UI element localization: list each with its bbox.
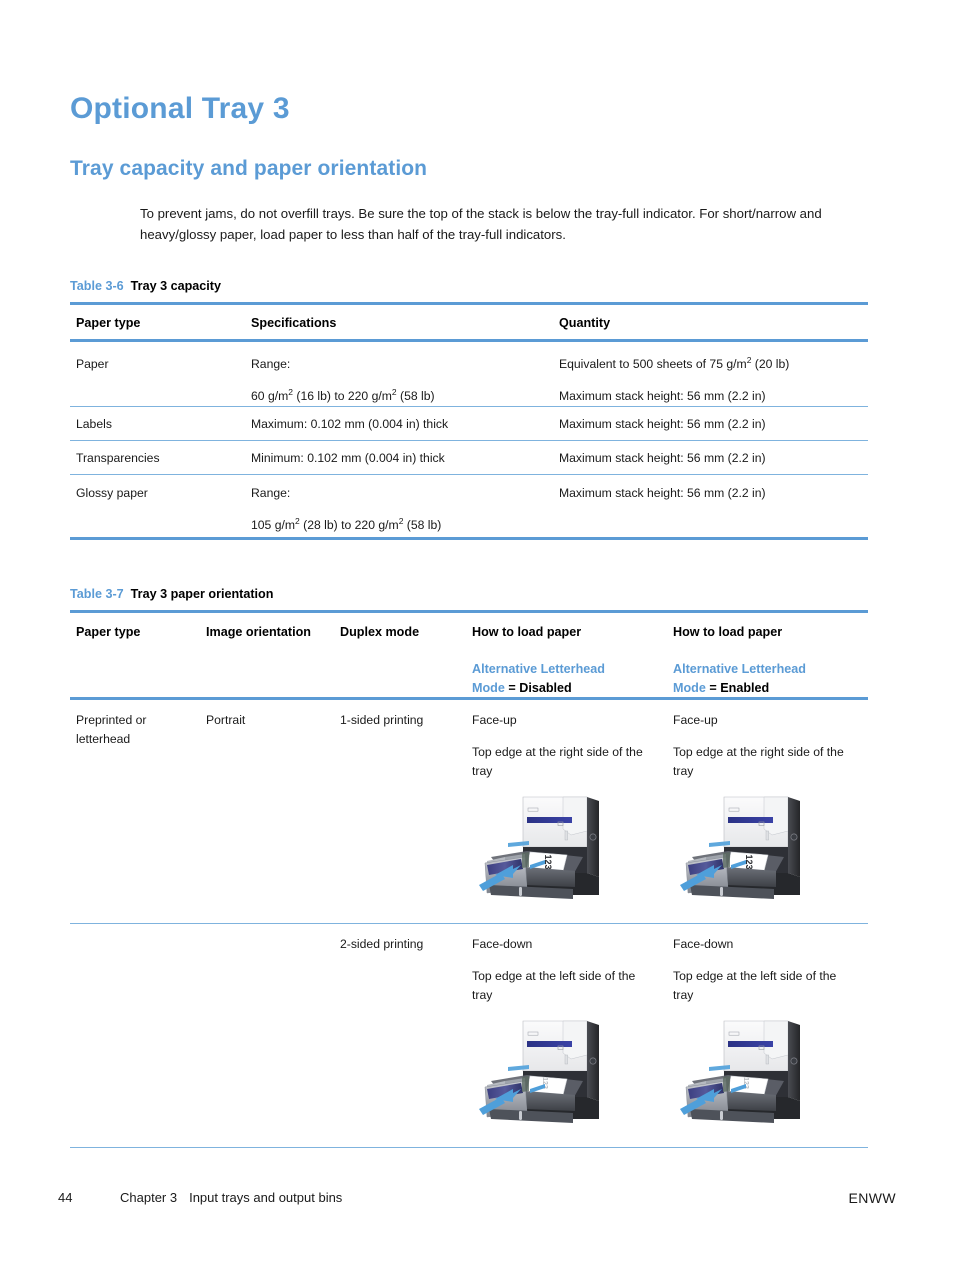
table-3-7-caption-number: Table 3-7 [70, 587, 124, 601]
printer-tray-illustration-disabled-1sided: 123 [475, 795, 625, 905]
load-line-2: Top edge at the left side of the tray [673, 969, 837, 1002]
table-3-7-header-duplex-mode: Duplex mode [340, 625, 420, 639]
spec-line-1: Range: [251, 486, 291, 500]
table-3-7-header-paper-type: Paper type [76, 625, 141, 639]
table-row: Transparencies Minimum: 0.102 mm (0.004 … [70, 441, 868, 474]
cell-quantity: Maximum stack height: 56 mm (2.2 in) [559, 451, 766, 465]
table-3-6-header-specifications: Specifications [251, 316, 337, 330]
table-3-7: Paper type Image orientation Duplex mode… [70, 610, 868, 1148]
cell-how-to-load-disabled: Face-down Top edge at the left side of t… [472, 935, 657, 1005]
footer-chapter: Chapter 3 Input trays and output bins [120, 1190, 342, 1205]
table-3-6-caption: Table 3-6 Tray 3 capacity [70, 279, 221, 293]
table-3-6-header-row: Paper type Specifications Quantity [70, 305, 868, 339]
cell-paper-type: Preprinted or letterhead [76, 713, 147, 746]
load-line-1: Face-up [472, 713, 517, 727]
cell-paper-type: Transparencies [76, 451, 160, 465]
table-3-7-caption-title: Tray 3 paper orientation [130, 587, 274, 601]
alt-letterhead-mode-disabled: Alternative Letterhead Mode = Disabled [472, 662, 605, 695]
table-3-6-bottom-rule [70, 537, 868, 540]
cell-specifications: Maximum: 0.102 mm (0.004 in) thick [251, 417, 449, 431]
cell-how-to-load-enabled: Face-up Top edge at the right side of th… [673, 711, 858, 781]
table-3-6: Paper type Specifications Quantity Paper… [70, 302, 868, 540]
document-page: Optional Tray 3 Tray capacity and paper … [0, 0, 954, 1270]
load-line-1: Face-down [673, 937, 734, 951]
page-title: Optional Tray 3 [70, 92, 290, 125]
cell-paper-type: Paper [76, 357, 109, 371]
section-heading: Tray capacity and paper orientation [70, 157, 428, 180]
table-row: Labels Maximum: 0.102 mm (0.004 in) thic… [70, 407, 868, 440]
qty-line-2: Maximum stack height: 56 mm (2.2 in) [559, 389, 766, 403]
cell-image-orientation: Portrait [206, 713, 246, 727]
table-3-6-header-paper-type: Paper type [76, 316, 141, 330]
footer-chapter-title: Input trays and output bins [189, 1190, 343, 1205]
table-3-7-bottom-rule [70, 1147, 868, 1148]
spec-line-2: 60 g/m2 (16 lb) to 220 g/m2 (58 lb) [251, 386, 435, 403]
load-line-1: Face-down [472, 937, 533, 951]
load-line-2: Top edge at the left side of the tray [472, 969, 636, 1002]
table-row: 2-sided printing Face-down Top edge at t… [70, 924, 868, 1147]
load-line-2: Top edge at the right side of the tray [472, 745, 643, 778]
table-3-7-header-how-to-load-enabled: How to load paper Alternative Letterhead… [673, 623, 858, 698]
table-row: Preprinted or letterhead Portrait 1-side… [70, 700, 868, 923]
cell-quantity: Maximum stack height: 56 mm (2.2 in) [559, 417, 766, 431]
footer-chapter-label: Chapter 3 [120, 1190, 178, 1205]
table-row: Glossy paper Range: 105 g/m2 (28 lb) to … [70, 475, 868, 537]
cell-quantity: Equivalent to 500 sheets of 75 g/m2 (20 … [559, 355, 864, 406]
footer-page-number: 44 [58, 1190, 73, 1205]
load-line-2: Top edge at the right side of the tray [673, 745, 844, 778]
cell-paper-type: Labels [76, 417, 112, 431]
cell-specifications: Range: 60 g/m2 (16 lb) to 220 g/m2 (58 l… [251, 355, 546, 406]
load-line-1: Face-up [673, 713, 718, 727]
cell-duplex-mode: 1-sided printing [340, 713, 424, 727]
cell-how-to-load-enabled: Face-down Top edge at the left side of t… [673, 935, 858, 1005]
cell-paper-type: Glossy paper [76, 486, 148, 500]
table-3-7-header-how-to-load-disabled: How to load paper Alternative Letterhead… [472, 623, 657, 698]
cell-specifications: Minimum: 0.102 mm (0.004 in) thick [251, 451, 445, 465]
printer-tray-illustration-enabled-1sided: 123 [676, 795, 826, 905]
how-to-load-label: How to load paper [472, 625, 582, 639]
cell-quantity: Maximum stack height: 56 mm (2.2 in) [559, 486, 766, 500]
table-3-6-caption-number: Table 3-6 [70, 279, 124, 293]
table-3-6-header-quantity: Quantity [559, 316, 611, 330]
printer-tray-illustration-disabled-2sided: 123 [475, 1019, 625, 1129]
alt-letterhead-mode-enabled: Alternative Letterhead Mode = Enabled [673, 662, 806, 695]
table-3-7-header-row: Paper type Image orientation Duplex mode… [70, 613, 868, 697]
cell-specifications: Range: 105 g/m2 (28 lb) to 220 g/m2 (58 … [251, 484, 546, 535]
qty-line-1: Equivalent to 500 sheets of 75 g/m2 (20 … [559, 354, 790, 371]
table-row: Paper Range: 60 g/m2 (16 lb) to 220 g/m2… [70, 342, 868, 406]
spec-line-1: Range: [251, 357, 291, 371]
spec-line-2: 105 g/m2 (28 lb) to 220 g/m2 (58 lb) [251, 515, 442, 532]
table-3-6-caption-title: Tray 3 capacity [130, 279, 221, 293]
printer-tray-illustration-enabled-2sided: 123 [676, 1019, 826, 1129]
table-3-7-header-image-orientation: Image orientation [206, 625, 311, 639]
cell-duplex-mode: 2-sided printing [340, 937, 424, 951]
how-to-load-label: How to load paper [673, 625, 783, 639]
intro-paragraph: To prevent jams, do not overfill trays. … [140, 206, 822, 242]
footer-enww: ENWW [848, 1190, 896, 1206]
table-3-7-caption: Table 3-7 Tray 3 paper orientation [70, 587, 273, 601]
cell-how-to-load-disabled: Face-up Top edge at the right side of th… [472, 711, 657, 781]
